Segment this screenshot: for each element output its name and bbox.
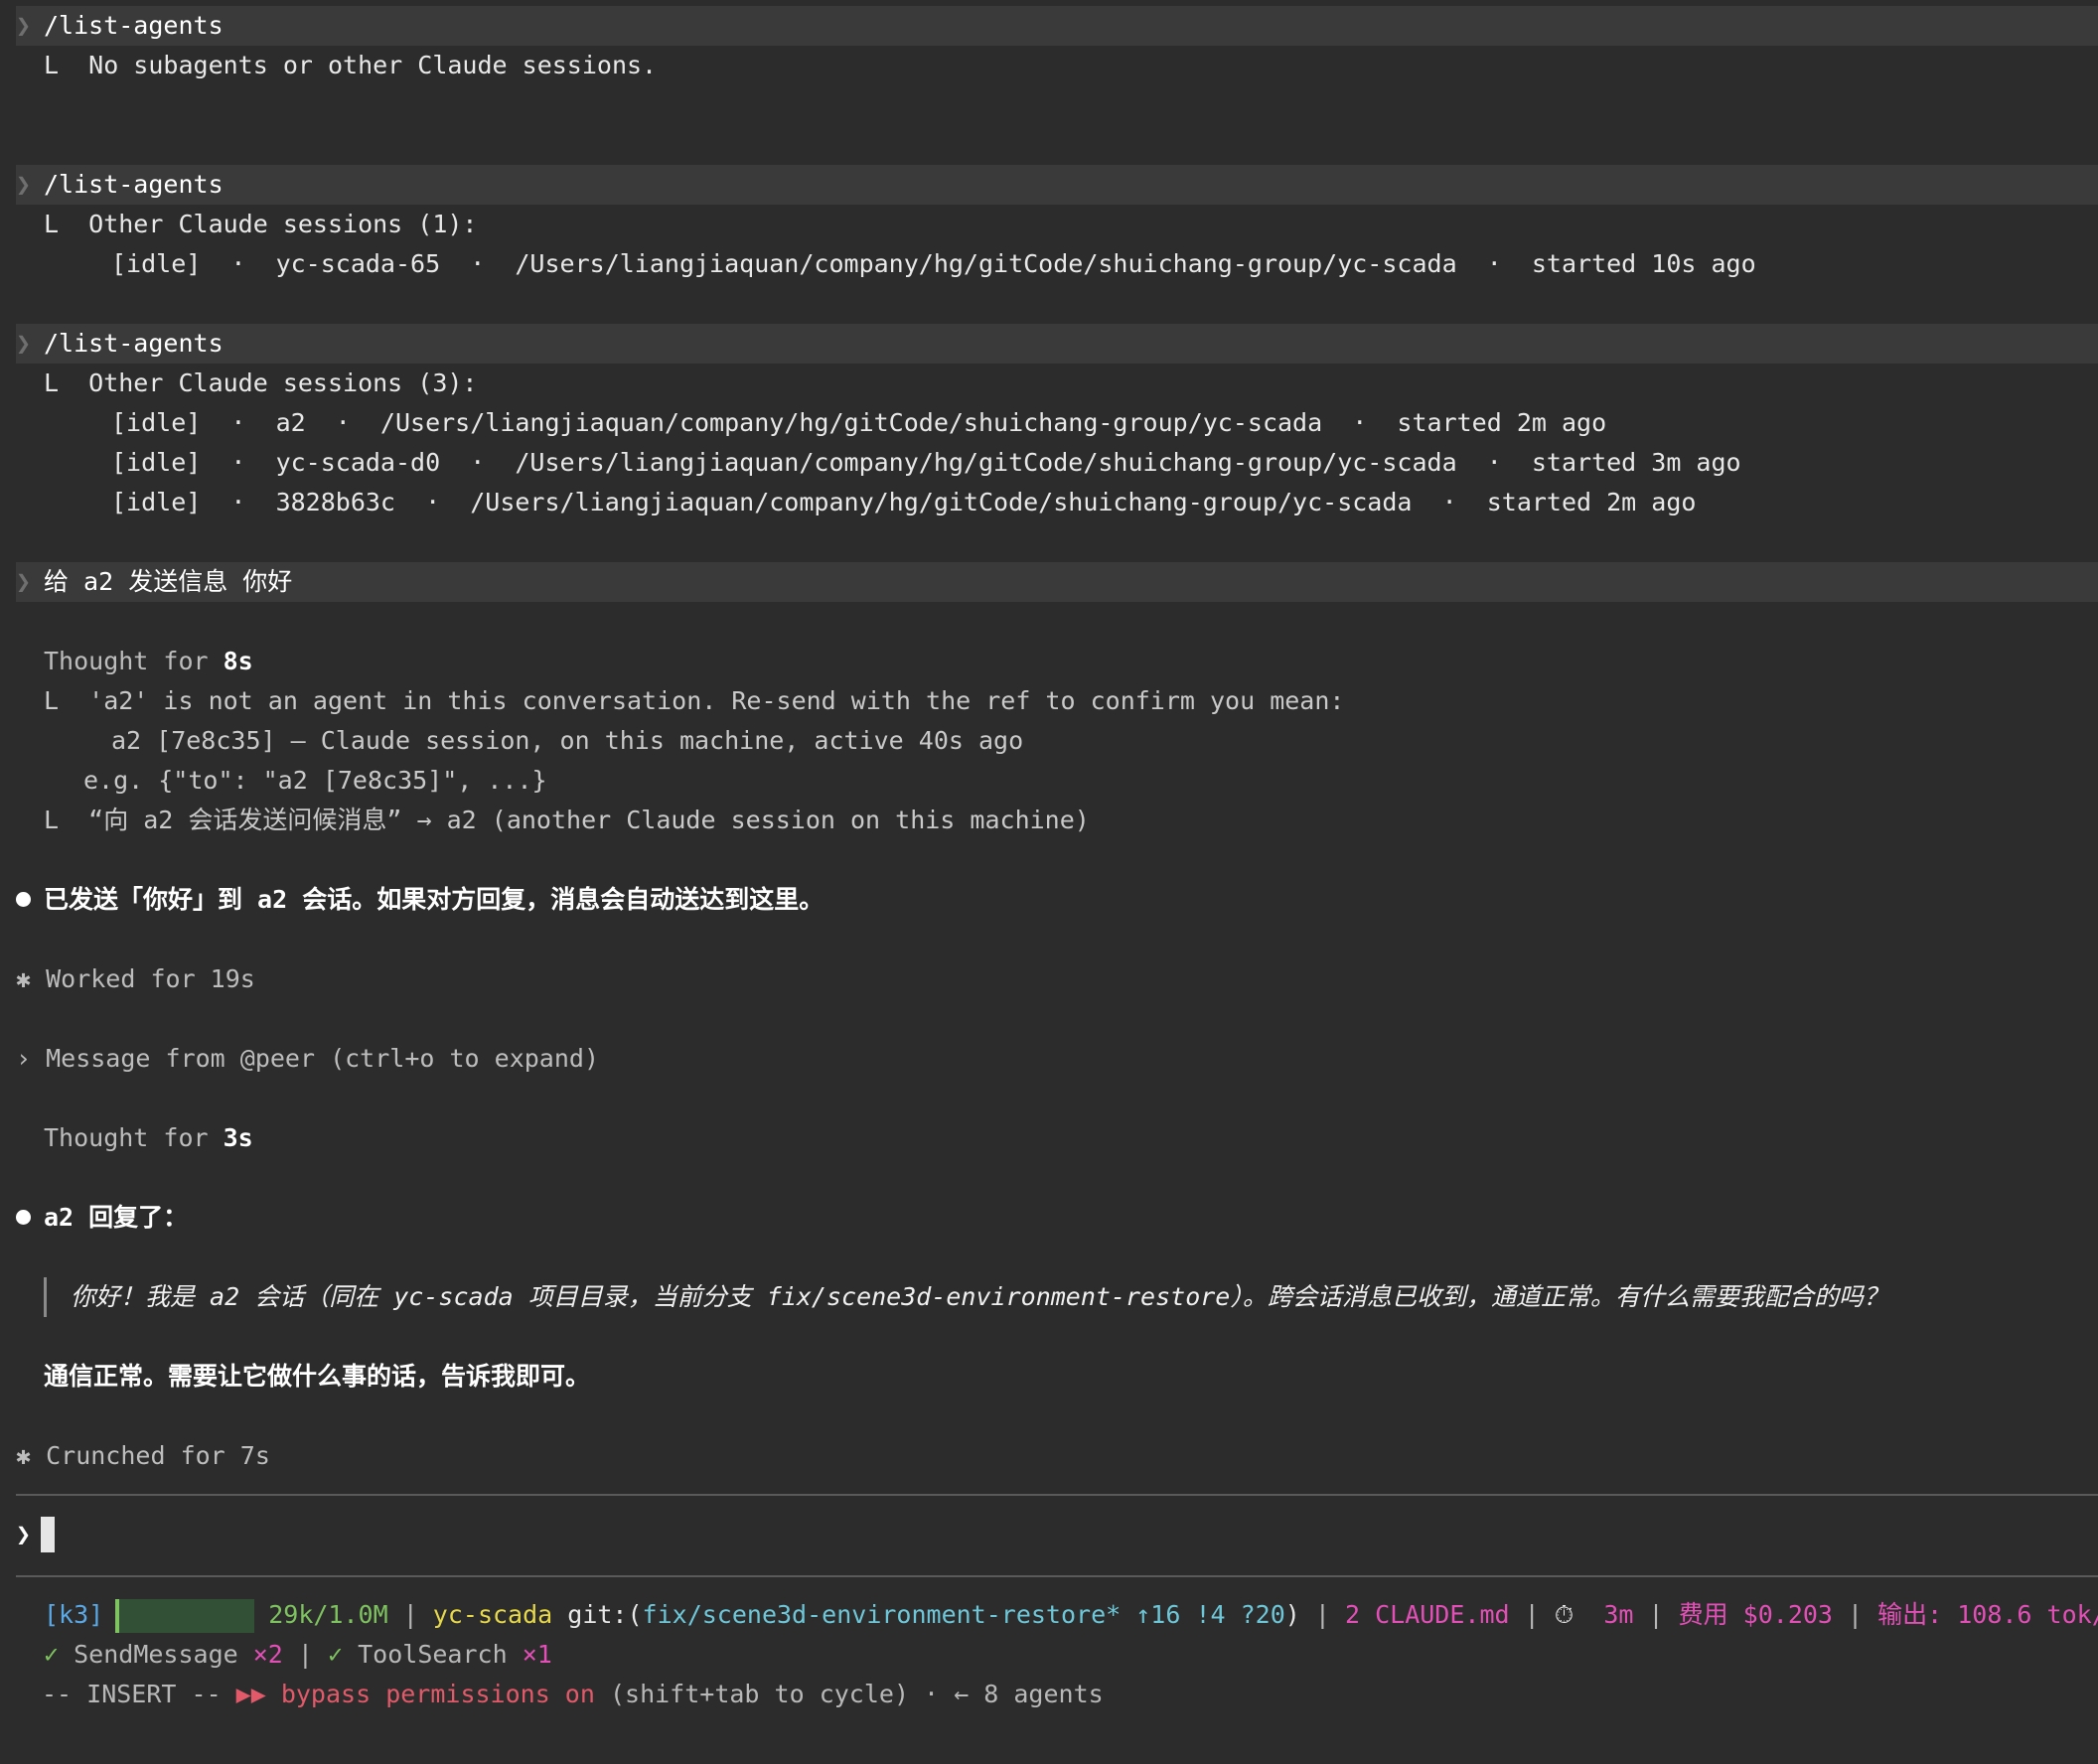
fast-forward-icon: ▶▶ — [235, 1680, 266, 1708]
worked-status: ✱ Worked for 19s — [16, 964, 255, 993]
command-text: /list-agents — [44, 11, 224, 40]
assistant-message: 已发送「你好」到 a2 会话。如果对方回复，消息会自动送达到这里。 — [16, 880, 2098, 920]
peer-message-toggle[interactable]: › Message from @peer (ctrl+o to expand) — [16, 1039, 2098, 1079]
command-text: /list-agents — [44, 170, 224, 199]
command-line: ❯ 给 a2 发送信息 你好 — [16, 562, 2098, 602]
bullet-icon — [16, 1198, 44, 1238]
output-rate: 输出: 108.6 tok/s — [1877, 1600, 2098, 1629]
chevron-right-icon: ❯ — [16, 567, 32, 596]
git-branch: fix/scene3d-environment-restore* — [642, 1600, 1122, 1629]
claude-md-count: 2 CLAUDE.md — [1344, 1600, 1510, 1629]
thought-line: Thought for 3s — [44, 1123, 253, 1152]
cost: 费用 $0.203 — [1678, 1600, 1833, 1629]
command-line: ❯ /list-agents — [16, 6, 2098, 46]
divider — [16, 1575, 2098, 1577]
tool-error-line: e.g. {"to": "a2 [7e8c35]", ...} — [83, 766, 547, 795]
thought-duration: 8s — [223, 647, 253, 675]
thought-line: Thought for 8s — [44, 647, 253, 675]
crunched-status: ✱ Crunched for 7s — [16, 1441, 270, 1470]
prompt-input[interactable]: ❯ — [16, 1515, 56, 1554]
chevron-right-icon: ❯ — [16, 11, 32, 40]
tool-usage-row: ✓ SendMessage ×2 | ✓ ToolSearch ×1 — [44, 1640, 552, 1669]
check-icon: ✓ — [44, 1640, 60, 1669]
session-row: [idle] · a2 · /Users/liangjiaquan/compan… — [111, 408, 1607, 437]
check-icon: ✓ — [328, 1640, 344, 1669]
bullet-icon — [16, 880, 44, 920]
session-row: [idle] · yc-scada-65 · /Users/liangjiaqu… — [111, 249, 1756, 278]
chevron-right-icon: ❯ — [16, 329, 32, 358]
mode-row: -- INSERT -- ▶▶ bypass permissions on (s… — [42, 1675, 2098, 1714]
thought-duration: 3s — [223, 1123, 253, 1152]
command-line: ❯ /list-agents — [16, 165, 2098, 205]
command-text: 给 a2 发送信息 你好 — [44, 567, 293, 596]
chevron-right-icon: ❯ — [16, 170, 32, 199]
output-line: L Other Claude sessions (3): — [44, 368, 478, 397]
assistant-message: 通信正常。需要让它做什么事的话，告诉我即可。 — [44, 1362, 591, 1391]
divider — [16, 1494, 2098, 1496]
tool-call-line: L “向 a2 会话发送问候消息” → a2 (another Claude s… — [44, 806, 1090, 834]
git-stats: ↑16 !4 ?20 — [1121, 1600, 1285, 1629]
stopwatch-icon: ⏱ — [1554, 1600, 1574, 1629]
context-usage-bar — [115, 1599, 255, 1633]
status-tag: [k3] — [44, 1600, 104, 1629]
status-row: [k3] 29k/1.0M | yc-scada git:(fix/scene3d… — [44, 1595, 2098, 1635]
elapsed-time: 3m — [1603, 1600, 1634, 1629]
output-line: L No subagents or other Claude sessions. — [44, 51, 658, 79]
tool-error-line: L 'a2' is not an agent in this conversat… — [44, 686, 1345, 715]
prompt-chevron-icon: ❯ — [16, 1520, 32, 1548]
session-row: [idle] · yc-scada-d0 · /Users/liangjiaqu… — [111, 448, 1741, 477]
terminal-output: ❯ /list-agents L No subagents or other Cl… — [16, 6, 2098, 1476]
command-text: /list-agents — [44, 329, 224, 358]
token-usage: 29k/1.0M — [268, 1600, 388, 1629]
session-row: [idle] · 3828b63c · /Users/liangjiaquan/… — [111, 488, 1697, 516]
bypass-permissions[interactable]: bypass permissions on — [266, 1680, 595, 1708]
tool-error-line: a2 [7e8c35] — Claude session, on this ma… — [111, 726, 1024, 755]
command-line: ❯ /list-agents — [16, 324, 2098, 364]
insert-mode: -- INSERT -- — [42, 1680, 236, 1708]
output-line: L Other Claude sessions (1): — [44, 210, 478, 238]
status-line: [k3] 29k/1.0M | yc-scada git:(fix/scene3d… — [42, 1595, 2098, 1714]
assistant-message: a2 回复了： — [16, 1198, 2098, 1238]
project-name: yc-scada — [432, 1600, 553, 1629]
cycle-hint: (shift+tab to cycle) · ← 8 agents — [594, 1680, 1104, 1708]
peer-reply-quote: 你好！我是 a2 会话（同在 yc-scada 项目目录，当前分支 fix/sc… — [44, 1277, 2098, 1317]
text-cursor — [41, 1517, 56, 1552]
